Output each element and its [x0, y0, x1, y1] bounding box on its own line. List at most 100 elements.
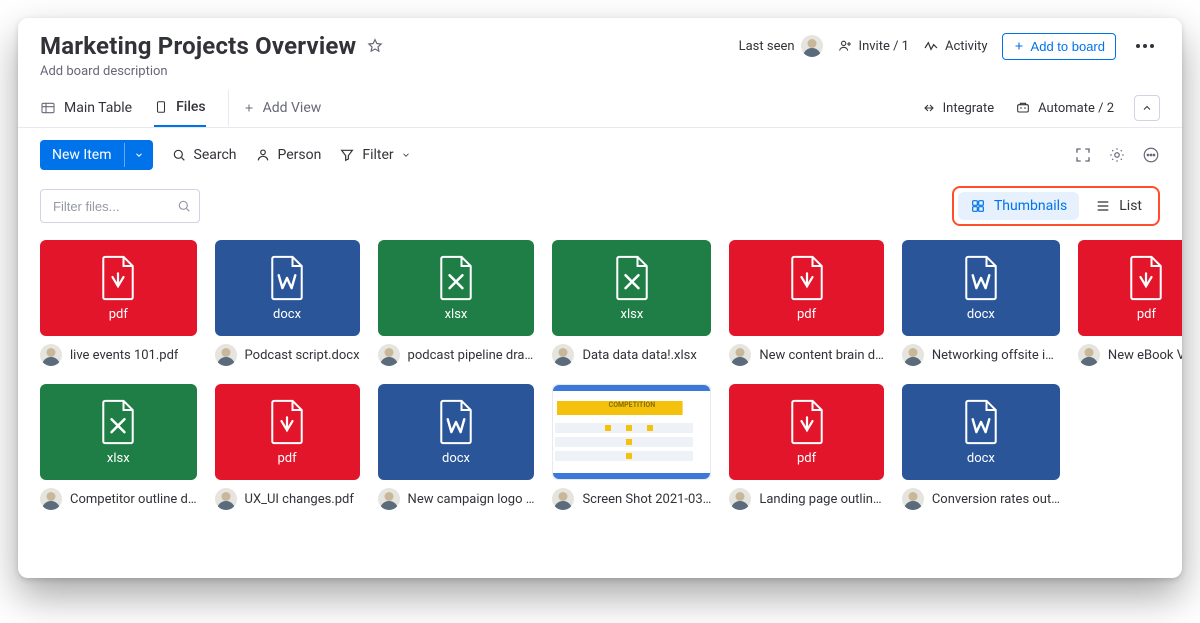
file-card[interactable]: pdf Landing page outlin… — [729, 384, 883, 510]
pdf-file-icon — [787, 399, 827, 445]
file-thumbnail[interactable]: xlsx — [378, 240, 535, 336]
invite-label: Invite / 1 — [859, 39, 909, 54]
file-extension-label: xlsx — [445, 307, 468, 322]
file-thumbnail[interactable]: xlsx — [40, 384, 197, 480]
file-meta: Data data data!.xlsx — [552, 344, 711, 366]
avatar — [40, 344, 62, 366]
integrate-button[interactable]: Integrate — [921, 100, 995, 116]
tab-files[interactable]: Files — [154, 89, 206, 127]
person-icon — [255, 147, 271, 163]
settings-button[interactable] — [1108, 146, 1126, 164]
file-card[interactable]: xlsx Competitor outline d… — [40, 384, 197, 510]
add-view-button[interactable]: Add View — [228, 90, 322, 126]
avatar — [215, 344, 237, 366]
file-meta: New content brain d… — [729, 344, 883, 366]
filter-icon — [339, 147, 355, 163]
file-card[interactable]: xlsxpodcast pipeline dra… — [378, 240, 535, 366]
file-card[interactable]: docx Podcast script.docx — [215, 240, 360, 366]
thumbnails-toggle[interactable]: Thumbnails — [958, 192, 1079, 220]
pdf-file-icon — [1126, 255, 1166, 301]
integrate-label: Integrate — [943, 101, 995, 116]
list-icon — [1095, 198, 1111, 214]
last-seen[interactable]: Last seen — [739, 35, 823, 57]
activity-button[interactable]: Activity — [923, 38, 988, 54]
docx-file-icon — [961, 255, 1001, 301]
file-thumbnail[interactable]: docx — [215, 240, 360, 336]
person-filter[interactable]: Person — [255, 147, 322, 163]
file-card[interactable]: docx New campaign logo … — [378, 384, 535, 510]
file-card[interactable]: xlsx Data data data!.xlsx — [552, 240, 711, 366]
board-description[interactable]: Add board description — [18, 64, 1182, 89]
automate-icon — [1014, 100, 1032, 116]
search-button[interactable]: Search — [171, 147, 237, 163]
file-meta: Competitor outline d… — [40, 488, 197, 510]
tab-main-table[interactable]: Main Table — [40, 90, 132, 126]
list-toggle[interactable]: List — [1083, 192, 1154, 220]
file-card[interactable]: pdfUX_UI changes.pdf — [215, 384, 360, 510]
file-thumbnail[interactable]: pdf — [729, 240, 883, 336]
fullscreen-button[interactable] — [1074, 146, 1092, 164]
file-thumbnail[interactable]: docx — [378, 384, 535, 480]
file-card[interactable]: pdf New eBook V1.pdf — [1078, 240, 1182, 366]
file-name: New eBook V1.pdf — [1108, 348, 1182, 363]
tab-main-table-label: Main Table — [64, 100, 132, 116]
file-extension-label: xlsx — [107, 451, 130, 466]
file-thumbnail[interactable]: pdf — [215, 384, 360, 480]
file-thumbnail[interactable]: COMPETITION — [552, 384, 711, 480]
docx-file-icon — [436, 399, 476, 445]
file-thumbnail[interactable]: xlsx — [552, 240, 711, 336]
file-name: New content brain d… — [759, 348, 883, 363]
invite-icon — [837, 38, 853, 54]
file-name: live events 101.pdf — [70, 348, 178, 363]
avatar — [378, 344, 400, 366]
file-thumbnail[interactable]: docx — [902, 240, 1060, 336]
xlsx-file-icon — [436, 255, 476, 301]
file-card[interactable]: pdf New content brain d… — [729, 240, 883, 366]
list-label: List — [1119, 198, 1142, 214]
xlsx-file-icon — [612, 255, 652, 301]
file-thumbnail[interactable]: pdf — [729, 384, 883, 480]
last-seen-label: Last seen — [739, 39, 795, 54]
favorite-star-icon[interactable] — [366, 37, 384, 55]
filter-files-field — [40, 189, 200, 223]
avatar — [729, 344, 751, 366]
invite-button[interactable]: Invite / 1 — [837, 38, 909, 54]
file-thumbnail[interactable]: pdf — [40, 240, 197, 336]
file-card[interactable]: pdf live events 101.pdf — [40, 240, 197, 366]
person-label: Person — [278, 147, 322, 163]
table-icon — [40, 100, 56, 116]
file-thumbnail[interactable]: docx — [902, 384, 1060, 480]
file-meta: live events 101.pdf — [40, 344, 197, 366]
file-extension-label: pdf — [1137, 307, 1156, 322]
file-card[interactable]: docxConversion rates out… — [902, 384, 1060, 510]
pdf-file-icon — [787, 255, 827, 301]
more-menu-button[interactable] — [1130, 38, 1160, 54]
file-card[interactable]: docxNetworking offsite i… — [902, 240, 1060, 366]
activity-icon — [923, 38, 939, 54]
file-name: Landing page outlin… — [759, 492, 881, 507]
file-thumbnail[interactable]: pdf — [1078, 240, 1182, 336]
file-name: Podcast script.docx — [245, 348, 360, 363]
add-to-board-label: Add to board — [1031, 39, 1105, 54]
new-item-button[interactable]: New Item — [40, 140, 153, 170]
new-item-dropdown[interactable] — [124, 143, 153, 167]
file-meta: New campaign logo … — [378, 488, 535, 510]
add-to-board-button[interactable]: Add to board — [1002, 33, 1116, 60]
file-meta: Screen Shot 2021-03… — [552, 488, 711, 510]
add-view-label: Add View — [263, 100, 322, 116]
chevron-up-icon — [1141, 102, 1153, 114]
file-extension-label: docx — [442, 451, 470, 466]
views-bar: Main Table Files Add View Integrate — [18, 89, 1182, 128]
filter-button[interactable]: Filter — [339, 147, 410, 163]
plus-icon — [1013, 40, 1025, 52]
file-name: Competitor outline d… — [70, 492, 197, 507]
thumbnails-icon — [970, 198, 986, 214]
automate-button[interactable]: Automate / 2 — [1014, 100, 1114, 116]
toolbar: New Item Search Person — [18, 128, 1182, 182]
file-card[interactable]: COMPETITION Screen Shot 2021-03… — [552, 384, 711, 510]
integrate-icon — [921, 100, 937, 116]
more-options-button[interactable] — [1142, 146, 1160, 164]
file-name: New campaign logo … — [408, 492, 535, 507]
activity-label: Activity — [945, 39, 988, 54]
collapse-button[interactable] — [1134, 95, 1160, 121]
